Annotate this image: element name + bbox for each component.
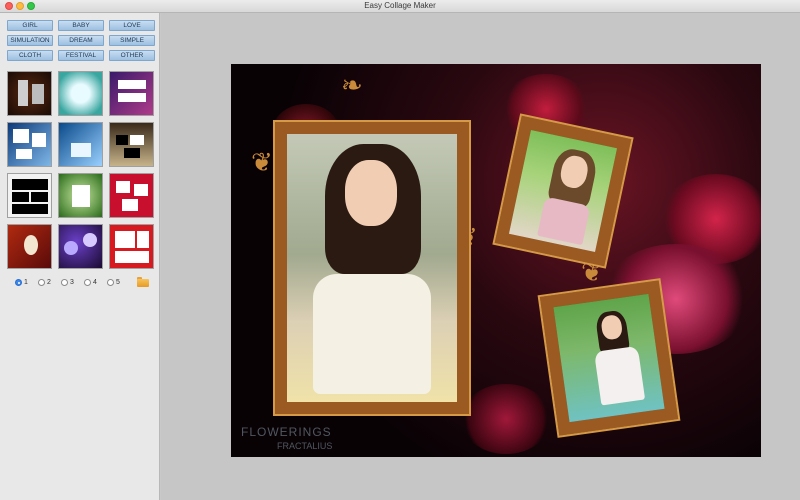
page-radio-5[interactable]: 5 (107, 279, 120, 286)
page-radio-2[interactable]: 2 (38, 279, 51, 286)
template-thumbnail[interactable] (7, 173, 52, 218)
category-buttons: GIRL BABY LOVE SIMULATION DREAM SIMPLE C… (7, 20, 155, 61)
photo-slot[interactable] (508, 130, 618, 252)
watermark-subtext: FRACTALIUS (277, 441, 333, 451)
page-radio-label: 4 (93, 279, 97, 286)
page-radio-label: 5 (116, 279, 120, 286)
ornament-icon: ❧ (341, 70, 363, 100)
radio-icon (84, 279, 91, 286)
collage-canvas[interactable]: ❦ ❧ ❦ ❦ FLOW (231, 64, 761, 457)
photo-frame-main[interactable] (273, 120, 471, 416)
category-button-baby[interactable]: BABY (58, 20, 104, 31)
category-button-simple[interactable]: SIMPLE (109, 35, 155, 46)
window-title: Easy Collage Maker (364, 1, 436, 10)
category-button-dream[interactable]: DREAM (58, 35, 104, 46)
radio-icon (38, 279, 45, 286)
template-thumbnail[interactable] (109, 122, 154, 167)
template-thumbnail[interactable] (109, 173, 154, 218)
category-button-love[interactable]: LOVE (109, 20, 155, 31)
template-thumbnail[interactable] (109, 224, 154, 269)
template-thumbnail[interactable] (7, 122, 52, 167)
page-radio-4[interactable]: 4 (84, 279, 97, 286)
category-button-cloth[interactable]: CLOTH (7, 50, 53, 61)
photo-slot[interactable] (553, 293, 665, 423)
category-button-festival[interactable]: FESTIVAL (58, 50, 104, 61)
radio-icon (107, 279, 114, 286)
background-rose (461, 384, 551, 454)
photo-slot[interactable] (287, 134, 457, 402)
radio-selected-icon (15, 279, 22, 286)
photo-frame-top-right[interactable] (492, 113, 634, 269)
page-radio-label: 2 (47, 279, 51, 286)
template-thumbnails (7, 71, 155, 269)
category-button-other[interactable]: OTHER (109, 50, 155, 61)
template-thumbnail[interactable] (58, 71, 103, 116)
category-button-girl[interactable]: GIRL (7, 20, 53, 31)
photo-frame-bottom-right[interactable] (537, 278, 681, 438)
folder-icon[interactable] (137, 277, 149, 288)
page-radio-1[interactable]: 1 (15, 279, 28, 286)
template-thumbnail[interactable] (58, 224, 103, 269)
page-radio-3[interactable]: 3 (61, 279, 74, 286)
template-thumbnail[interactable] (58, 173, 103, 218)
template-thumbnail[interactable] (7, 71, 52, 116)
page-selector: 1 2 3 4 5 (15, 277, 155, 291)
ornament-icon: ❦ (251, 147, 273, 177)
category-button-simulation[interactable]: SIMULATION (7, 35, 53, 46)
sidebar: GIRL BABY LOVE SIMULATION DREAM SIMPLE C… (0, 13, 160, 500)
radio-icon (61, 279, 68, 286)
template-thumbnail[interactable] (109, 71, 154, 116)
watermark-text: FLOWERINGS (241, 425, 332, 439)
title-bar: Easy Collage Maker (0, 0, 800, 13)
template-thumbnail[interactable] (7, 224, 52, 269)
page-radio-label: 3 (70, 279, 74, 286)
main-area: ❦ ❧ ❦ ❦ FLOW (161, 13, 800, 500)
page-radio-label: 1 (24, 279, 28, 286)
template-thumbnail[interactable] (58, 122, 103, 167)
